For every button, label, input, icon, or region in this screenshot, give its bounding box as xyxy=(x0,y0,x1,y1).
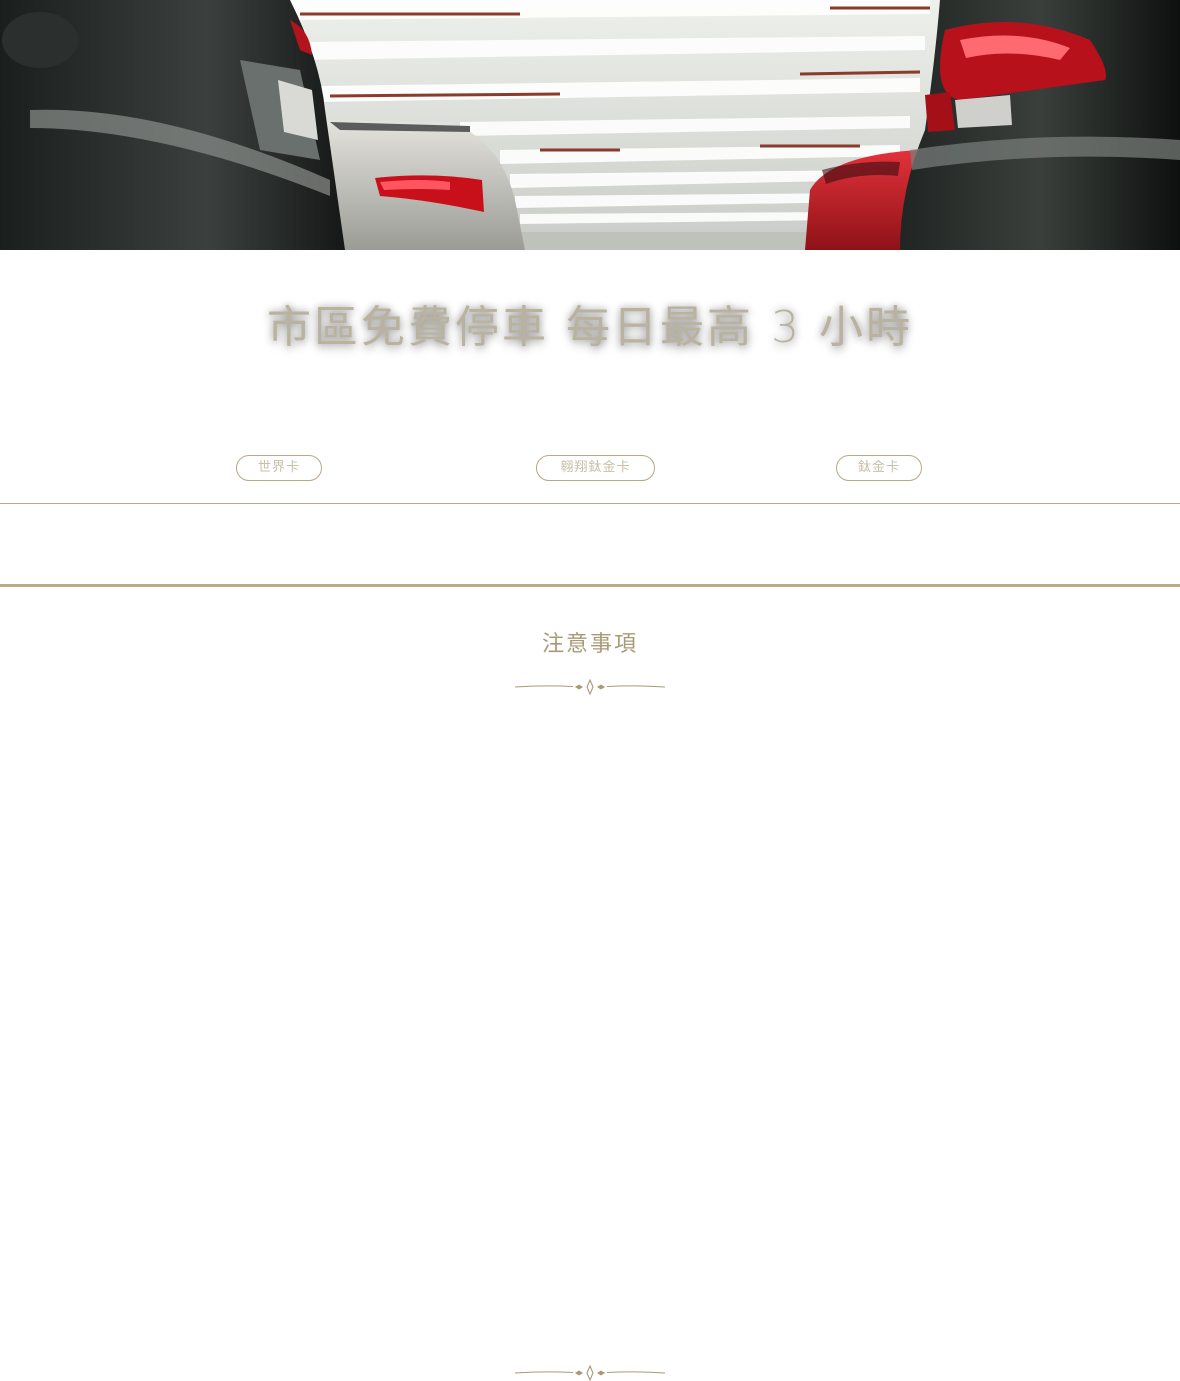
page: 市區免費停車 每日最高 3 小時 世界卡 翱翔鈦金卡 鈦金卡 注意事項 xyxy=(0,0,1180,1381)
tab-soaring-titanium-card[interactable]: 翱翔鈦金卡 xyxy=(536,455,655,481)
notes-title: 注意事項 xyxy=(541,632,638,657)
ornament-divider-icon xyxy=(514,1364,666,1381)
hero-image xyxy=(0,0,1180,250)
tab-divider xyxy=(0,503,1180,504)
section-divider xyxy=(0,584,1180,587)
tab-titanium-card[interactable]: 鈦金卡 xyxy=(836,455,922,481)
ornament-divider-icon xyxy=(514,678,666,696)
page-headline: 市區免費停車 每日最高 3 小時 xyxy=(267,302,913,353)
tab-world-card[interactable]: 世界卡 xyxy=(236,455,322,481)
